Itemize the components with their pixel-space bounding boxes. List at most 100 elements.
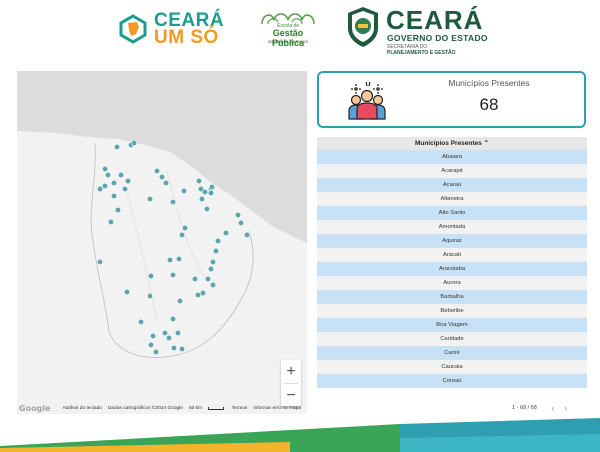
municipality-marker[interactable]: [121, 185, 129, 193]
municipality-marker[interactable]: [124, 177, 132, 185]
table-row[interactable]: Acaraú: [317, 178, 587, 192]
table-header-municipios[interactable]: Municípios Presentes ⌃: [317, 137, 587, 150]
next-page-button[interactable]: ›: [561, 403, 571, 413]
table-row[interactable]: Beberibe: [317, 304, 587, 318]
municipality-marker[interactable]: [195, 177, 203, 185]
table-row[interactable]: Alto Santo: [317, 206, 587, 220]
table-body: Abaiara Acarapé Acaraú Altaneira Alto Santo A…: [317, 150, 587, 388]
municipality-marker[interactable]: [234, 211, 242, 219]
municipality-marker[interactable]: [137, 318, 145, 326]
table-row[interactable]: Amontada: [317, 220, 587, 234]
municipality-marker[interactable]: [201, 188, 209, 196]
municipality-marker[interactable]: [110, 179, 118, 187]
table-row[interactable]: Caridade: [317, 332, 587, 346]
escola-big-text: Gestão Pública: [271, 28, 304, 48]
municipality-marker[interactable]: [174, 329, 182, 337]
municipality-marker[interactable]: [96, 258, 104, 266]
municipality-marker[interactable]: [117, 171, 125, 179]
municipality-marker[interactable]: [169, 315, 177, 323]
municipality-marker[interactable]: [166, 256, 174, 264]
municipality-marker[interactable]: [162, 179, 170, 187]
municipality-marker[interactable]: [208, 183, 216, 191]
municipality-marker[interactable]: [194, 291, 202, 299]
municipality-marker[interactable]: [207, 265, 215, 273]
municipality-marker[interactable]: [149, 332, 157, 340]
table-row[interactable]: Abaiara: [317, 150, 587, 164]
scorecard-municipios: Municípios Presentes 68: [317, 71, 586, 128]
municipality-marker[interactable]: [212, 247, 220, 255]
table-row[interactable]: Aracoiaba: [317, 262, 587, 276]
table-row[interactable]: Coreaú: [317, 374, 587, 388]
municipality-marker[interactable]: [161, 329, 169, 337]
municipality-marker[interactable]: [158, 173, 166, 181]
ceara-um-so-line2: UM SÓ: [154, 27, 219, 48]
municipality-marker[interactable]: [175, 255, 183, 263]
municipality-marker[interactable]: [123, 288, 131, 296]
previous-page-button[interactable]: ‹: [548, 403, 558, 413]
map-scale-bar: [208, 406, 224, 410]
map-land: [17, 131, 307, 414]
municipality-marker[interactable]: [209, 281, 217, 289]
municipality-marker[interactable]: [101, 165, 109, 173]
municipality-marker[interactable]: [146, 292, 154, 300]
municipality-marker[interactable]: [243, 231, 251, 239]
municipality-marker[interactable]: [204, 275, 212, 283]
zoom-in-button[interactable]: +: [281, 360, 301, 383]
municipalities-map[interactable]: + − Google Atalhos do teclado Dados cart…: [17, 71, 307, 414]
municipality-marker[interactable]: [114, 206, 122, 214]
table-row[interactable]: Aquiraz: [317, 234, 587, 248]
municipality-marker[interactable]: [96, 185, 104, 193]
table-row[interactable]: Barbalha: [317, 290, 587, 304]
governo-subtitle: GOVERNO DO ESTADO: [387, 33, 488, 43]
dashboard: CEARÁ UM SÓ Escola de Gestão Pública do …: [0, 0, 600, 452]
municipality-marker[interactable]: [104, 171, 112, 179]
municipality-marker[interactable]: [107, 218, 115, 226]
secretaria-line2: PLANEJAMENTO E GESTÃO: [387, 50, 456, 56]
municipality-marker[interactable]: [170, 344, 178, 352]
municipality-marker[interactable]: [130, 139, 138, 147]
municipality-marker[interactable]: [222, 229, 230, 237]
municipality-marker[interactable]: [207, 189, 215, 197]
municipality-marker[interactable]: [237, 219, 245, 227]
municipality-marker[interactable]: [110, 192, 118, 200]
municipality-marker[interactable]: [209, 258, 217, 266]
table-row[interactable]: Altaneira: [317, 192, 587, 206]
map-canvas[interactable]: [17, 71, 307, 414]
zoom-control: + −: [281, 360, 301, 406]
municipality-marker[interactable]: [147, 272, 155, 280]
governo-title: CEARÁ: [386, 5, 484, 35]
municipality-marker[interactable]: [191, 275, 199, 283]
footer-stripe: [0, 418, 600, 452]
municipality-marker[interactable]: [101, 182, 109, 190]
municipality-marker[interactable]: [178, 231, 186, 239]
municipality-marker[interactable]: [146, 195, 154, 203]
table-row[interactable]: Caucaia: [317, 360, 587, 374]
table-row[interactable]: Boa Viagem: [317, 318, 587, 332]
governo-ceara-logo: CEARÁ GOVERNO DO ESTADO SECRETARIA DO PL…: [346, 6, 496, 56]
municipality-marker[interactable]: [153, 167, 161, 175]
municipality-marker[interactable]: [113, 143, 121, 151]
municipality-marker[interactable]: [169, 198, 177, 206]
report-error-link[interactable]: Informar erro no mapa: [253, 406, 301, 411]
table-row[interactable]: Cariré: [317, 346, 587, 360]
municipality-marker[interactable]: [178, 345, 186, 353]
municipality-marker[interactable]: [165, 334, 173, 342]
municipality-marker[interactable]: [181, 224, 189, 232]
keyboard-shortcuts-link[interactable]: Atalhos do teclado: [62, 406, 101, 411]
municipality-marker[interactable]: [152, 348, 160, 356]
table-row[interactable]: Acarapé: [317, 164, 587, 178]
table-row[interactable]: Aracati: [317, 248, 587, 262]
municipality-marker[interactable]: [147, 341, 155, 349]
municipality-marker[interactable]: [198, 195, 206, 203]
municipality-marker[interactable]: [169, 271, 177, 279]
pagination-count: 1 - 68 / 68: [512, 405, 537, 411]
municipality-marker[interactable]: [214, 237, 222, 245]
google-logo[interactable]: Google: [19, 404, 50, 413]
table-row[interactable]: Aurora: [317, 276, 587, 290]
terms-link[interactable]: Termos: [232, 406, 248, 411]
map-scale-label[interactable]: 50 km: [189, 406, 202, 411]
municipality-marker[interactable]: [203, 205, 211, 213]
municipality-marker[interactable]: [176, 297, 184, 305]
map-footer: Google Atalhos do teclado Dados cartográ…: [17, 402, 307, 414]
municipality-marker[interactable]: [180, 187, 188, 195]
